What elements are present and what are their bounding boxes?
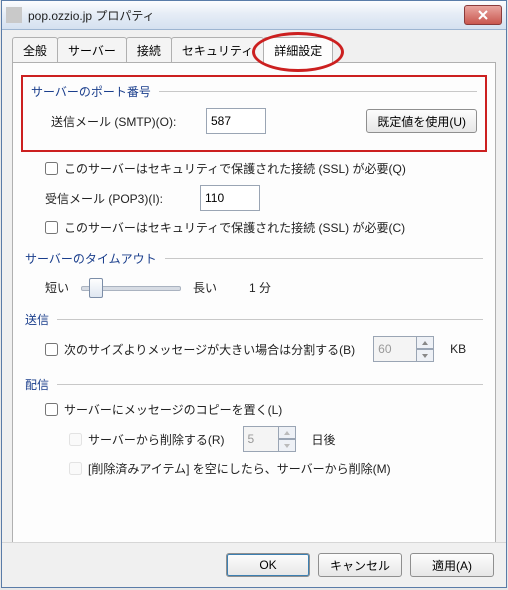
split-unit: KB — [450, 342, 466, 356]
divider — [57, 384, 483, 385]
timeout-long-label: 長い — [193, 279, 217, 296]
group-title: サーバーのタイムアウト — [25, 250, 157, 267]
smtp-ssl-row: このサーバーはセキュリティで保護された接続 (SSL) が必要(Q) — [25, 160, 483, 177]
tab-server[interactable]: サーバー — [57, 37, 127, 62]
divider — [165, 258, 483, 259]
tab-advanced[interactable]: 詳細設定 — [263, 37, 333, 63]
leave-copy-row: サーバーにメッセージのコピーを置く(L) — [25, 401, 483, 418]
split-spinner — [416, 336, 434, 362]
tab-connection[interactable]: 接続 — [126, 37, 172, 62]
pop-port-input[interactable] — [200, 185, 260, 211]
days-suffix: 日後 — [312, 431, 336, 448]
group-title: サーバーのポート番号 — [31, 83, 151, 100]
smtp-label: 送信メール (SMTP)(O): — [51, 113, 206, 130]
group-delivery: 配信 サーバーにメッセージのコピーを置く(L) サーバーから削除する(R) — [25, 376, 483, 477]
remove-after-checkbox — [69, 433, 82, 446]
dialog-footer: OK キャンセル 適用(A) — [2, 542, 506, 587]
smtp-ssl-label: このサーバーはセキュリティで保護された接続 (SSL) が必要(Q) — [64, 160, 406, 177]
ok-button[interactable]: OK — [226, 553, 310, 577]
leave-copy-label: サーバーにメッセージのコピーを置く(L) — [64, 401, 282, 418]
tab-general[interactable]: 全般 — [12, 37, 58, 62]
pop-ssl-label: このサーバーはセキュリティで保護された接続 (SSL) が必要(C) — [64, 219, 405, 236]
empty-deleted-label: [削除済みアイテム] を空にしたら、サーバーから削除(M) — [88, 460, 391, 477]
empty-deleted-row: [削除済みアイテム] を空にしたら、サーバーから削除(M) — [25, 460, 483, 477]
remove-after-days-input — [243, 426, 279, 452]
group-timeout: サーバーのタイムアウト 短い 長い 1 分 — [25, 250, 483, 297]
spin-up — [278, 426, 296, 439]
highlight-box: サーバーのポート番号 送信メール (SMTP)(O): 既定値を使用(U) — [21, 75, 487, 152]
remove-after-label: サーバーから削除する(R) — [88, 431, 225, 448]
apply-button[interactable]: 適用(A) — [410, 553, 494, 577]
split-checkbox[interactable] — [45, 343, 58, 356]
leave-copy-checkbox[interactable] — [45, 403, 58, 416]
divider — [57, 319, 483, 320]
split-row: 次のサイズよりメッセージが大きい場合は分割する(B) KB — [25, 336, 483, 362]
spin-down — [416, 349, 434, 362]
tab-security[interactable]: セキュリティ — [171, 37, 264, 62]
group-send: 送信 次のサイズよりメッセージが大きい場合は分割する(B) KB — [25, 311, 483, 362]
split-size-input — [373, 336, 417, 362]
use-default-button[interactable]: 既定値を使用(U) — [366, 109, 477, 133]
spin-up — [416, 336, 434, 349]
tab-pane-advanced: サーバーのポート番号 送信メール (SMTP)(O): 既定値を使用(U) この… — [12, 63, 496, 565]
app-icon — [6, 7, 22, 23]
group-ports: サーバーのポート番号 送信メール (SMTP)(O): 既定値を使用(U) この… — [25, 75, 483, 236]
titlebar: pop.ozzio.jp プロパティ — [2, 1, 506, 30]
close-icon — [478, 10, 488, 20]
timeout-short-label: 短い — [45, 279, 69, 296]
divider — [159, 91, 477, 92]
timeout-slider[interactable] — [81, 277, 181, 297]
smtp-ssl-checkbox[interactable] — [45, 162, 58, 175]
window-title: pop.ozzio.jp プロパティ — [28, 7, 155, 24]
split-label: 次のサイズよりメッセージが大きい場合は分割する(B) — [64, 341, 355, 358]
timeout-value: 1 分 — [249, 279, 271, 296]
group-title: 配信 — [25, 376, 49, 393]
group-title: 送信 — [25, 311, 49, 328]
spin-down — [278, 439, 296, 452]
tab-bar: 全般 サーバー 接続 セキュリティ 詳細設定 — [12, 38, 496, 63]
pop-ssl-row: このサーバーはセキュリティで保護された接続 (SSL) が必要(C) — [25, 219, 483, 236]
pop-label: 受信メール (POP3)(I): — [45, 190, 200, 207]
close-button[interactable] — [464, 5, 502, 25]
pop-ssl-checkbox[interactable] — [45, 221, 58, 234]
properties-dialog: pop.ozzio.jp プロパティ 全般 サーバー 接続 セキュリティ 詳細設… — [1, 0, 507, 588]
remove-after-row: サーバーから削除する(R) 日後 — [25, 426, 483, 452]
cancel-button[interactable]: キャンセル — [318, 553, 402, 577]
smtp-port-input[interactable] — [206, 108, 266, 134]
days-spinner — [278, 426, 296, 452]
slider-thumb[interactable] — [89, 278, 103, 298]
empty-deleted-checkbox — [69, 462, 82, 475]
